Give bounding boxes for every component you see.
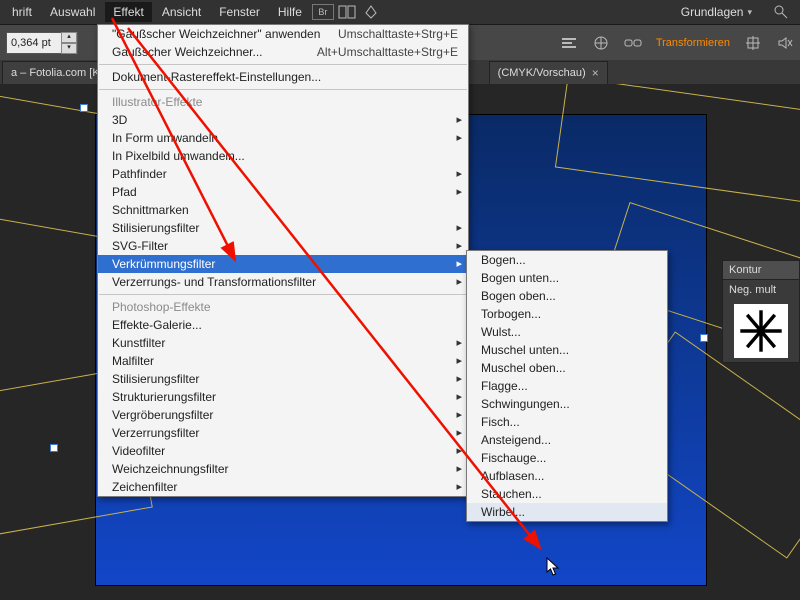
menu-ansicht[interactable]: Ansicht	[154, 2, 209, 22]
transform-link[interactable]: Transformieren	[656, 37, 730, 49]
bridge-icon[interactable]: Br	[312, 4, 334, 20]
menu-fenster[interactable]: Fenster	[211, 2, 268, 22]
anchor-point[interactable]	[700, 334, 708, 342]
mi-verzerrungsfilter[interactable]: Verzerrungsfilter	[98, 424, 468, 442]
workspace-switcher[interactable]: Grundlagen▾	[673, 3, 760, 21]
menubar: hrift Auswahl Effekt Ansicht Fenster Hil…	[0, 0, 800, 24]
mi-effekte-galerie-[interactable]: Effekte-Galerie...	[98, 316, 468, 334]
mi-bogen-unten-[interactable]: Bogen unten...	[467, 269, 667, 287]
blend-mode-row[interactable]: Neg. mult	[723, 280, 799, 300]
isolate-icon[interactable]	[744, 34, 762, 52]
align-icon[interactable]	[560, 34, 578, 52]
anchor-point[interactable]	[50, 444, 58, 452]
anchor-point[interactable]	[80, 104, 88, 112]
mi-zeichenfilter[interactable]: Zeichenfilter	[98, 478, 468, 496]
mi-strukturierungsfilter[interactable]: Strukturierungsfilter	[98, 388, 468, 406]
menu-header-photoshop: Photoshop-Effekte	[98, 298, 468, 316]
brush-swatch[interactable]	[734, 304, 788, 358]
mi-doc-raster[interactable]: Dokument-Rastereffekt-Einstellungen...	[98, 68, 468, 86]
kbd: Alt+Umschalttaste+Strg+E	[317, 43, 458, 61]
doc-tab-1[interactable]: a – Fotolia.com [K	[2, 61, 109, 84]
menu-hilfe[interactable]: Hilfe	[270, 2, 310, 22]
mi-fisch-[interactable]: Fisch...	[467, 413, 667, 431]
menu-separator	[99, 64, 467, 65]
mi-aufblasen-[interactable]: Aufblasen...	[467, 467, 667, 485]
mi-pfad[interactable]: Pfad	[98, 183, 468, 201]
mi-stilisierungsfilter[interactable]: Stilisierungsfilter	[98, 219, 468, 237]
mi-apply-last[interactable]: "Gaußscher Weichzeichner" anwenden Umscha…	[98, 25, 468, 43]
workspace-label: Grundlagen	[681, 5, 744, 19]
mi-malfilter[interactable]: Malfilter	[98, 352, 468, 370]
mi-stilisierungsfilter[interactable]: Stilisierungsfilter	[98, 370, 468, 388]
stroke-weight-field[interactable]: 0,364 pt ▴▾	[6, 32, 78, 54]
mi-stauchen-[interactable]: Stauchen...	[467, 485, 667, 503]
mi-muschel-unten-[interactable]: Muschel unten...	[467, 341, 667, 359]
menu-separator	[99, 294, 467, 295]
mi-in-form-umwandeln[interactable]: In Form umwandeln	[98, 129, 468, 147]
mi-schwingungen-[interactable]: Schwingungen...	[467, 395, 667, 413]
mi-wirbel-[interactable]: Wirbel...	[467, 503, 667, 521]
mi-flagge-[interactable]: Flagge...	[467, 377, 667, 395]
menu-separator	[99, 89, 467, 90]
mi-svg-filter[interactable]: SVG-Filter	[98, 237, 468, 255]
close-icon[interactable]: ×	[592, 66, 599, 80]
chevron-down-icon: ▾	[747, 7, 752, 18]
mi-weichzeichnungsfilter[interactable]: Weichzeichnungsfilter	[98, 460, 468, 478]
mi-muschel-oben-[interactable]: Muschel oben...	[467, 359, 667, 377]
mute-icon[interactable]	[776, 34, 794, 52]
mi-schnittmarken[interactable]: Schnittmarken	[98, 201, 468, 219]
mi-verkr-mmungsfilter[interactable]: Verkrümmungsfilter	[98, 255, 468, 273]
stroke-weight-stepper[interactable]: ▴▾	[61, 32, 77, 54]
mi-pathfinder[interactable]: Pathfinder	[98, 165, 468, 183]
search-icon[interactable]	[770, 3, 792, 21]
stroke-weight-value: 0,364 pt	[7, 37, 55, 49]
kbd: Umschalttaste+Strg+E	[338, 25, 458, 43]
kontur-panel: Kontur Neg. mult	[722, 260, 800, 363]
mi-videofilter[interactable]: Videofilter	[98, 442, 468, 460]
mi-vergr-berungsfilter[interactable]: Vergröberungsfilter	[98, 406, 468, 424]
mi-verzerrungs-und-transformationsfilter[interactable]: Verzerrungs- und Transformationsfilter	[98, 273, 468, 291]
panel-tab-kontur[interactable]: Kontur	[723, 261, 799, 280]
doc-tab-2-label: (CMYK/Vorschau)	[498, 67, 586, 79]
globe-icon[interactable]	[592, 34, 610, 52]
effekt-menu: "Gaußscher Weichzeichner" anwenden Umscha…	[97, 24, 469, 497]
arrange-docs-icon[interactable]	[336, 3, 358, 21]
mi-torbogen-[interactable]: Torbogen...	[467, 305, 667, 323]
mi-edit-last-label: Gaußscher Weichzeichner...	[112, 45, 263, 59]
gpu-icon[interactable]	[360, 3, 382, 21]
mi-kunstfilter[interactable]: Kunstfilter	[98, 334, 468, 352]
mi-apply-last-label: "Gaußscher Weichzeichner" anwenden	[112, 27, 320, 41]
mi-in-pixelbild-umwandeln-[interactable]: In Pixelbild umwandeln...	[98, 147, 468, 165]
menu-effekt[interactable]: Effekt	[105, 2, 151, 22]
mi-fischauge-[interactable]: Fischauge...	[467, 449, 667, 467]
mi-bogen-oben-[interactable]: Bogen oben...	[467, 287, 667, 305]
mi-wulst-[interactable]: Wulst...	[467, 323, 667, 341]
mi-3d[interactable]: 3D	[98, 111, 468, 129]
doc-tab-1-label: a – Fotolia.com [K	[11, 67, 100, 79]
warp-submenu: Bogen...Bogen unten...Bogen oben...Torbo…	[466, 250, 668, 522]
menu-auswahl[interactable]: Auswahl	[42, 2, 103, 22]
menu-hrift[interactable]: hrift	[4, 2, 40, 22]
mi-edit-last[interactable]: Gaußscher Weichzeichner... Alt+Umschaltta…	[98, 43, 468, 61]
menu-header-illustrator: Illustrator-Effekte	[98, 93, 468, 111]
link-icon[interactable]	[624, 34, 642, 52]
doc-tab-2[interactable]: (CMYK/Vorschau) ×	[489, 61, 608, 84]
mi-bogen-[interactable]: Bogen...	[467, 251, 667, 269]
mi-ansteigend-[interactable]: Ansteigend...	[467, 431, 667, 449]
